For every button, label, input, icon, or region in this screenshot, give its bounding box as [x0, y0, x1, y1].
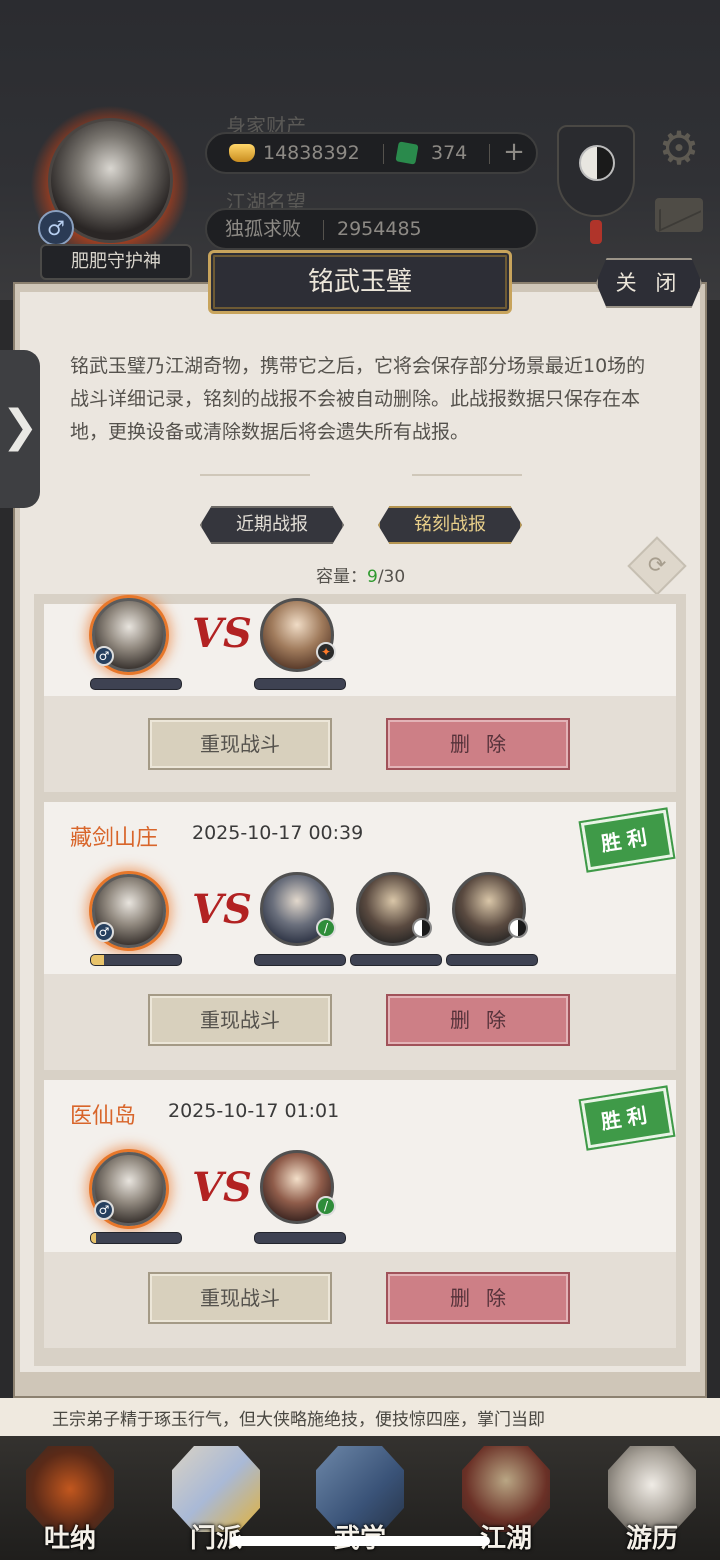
- mail-icon[interactable]: [655, 198, 703, 232]
- refresh-glyph: ⟳: [647, 553, 667, 578]
- tab-engraved-reports[interactable]: 铭刻战报: [378, 506, 522, 544]
- battle-location: 医仙岛: [70, 1104, 137, 1129]
- reputation-panel: 独孤求败 2954485: [205, 208, 538, 250]
- delete-button[interactable]: 删除: [386, 1272, 570, 1324]
- capacity-total: /30: [377, 567, 406, 587]
- delete-button[interactable]: 删除: [386, 718, 570, 770]
- replay-button[interactable]: 重现战斗: [148, 718, 332, 770]
- divider: [489, 144, 490, 164]
- battle-time: 2025-10-17 01:01: [168, 1100, 340, 1122]
- battle-record-list[interactable]: ♂ VS ✦ 重现战斗 删除 藏剑山庄 2025-10-17 00:39 胜利 …: [34, 594, 686, 1366]
- reputation-title: 独孤求败: [225, 218, 302, 240]
- gold-amount: 14838392: [263, 142, 360, 164]
- reputation-value: 2954485: [337, 218, 422, 240]
- vs-icon: VS: [192, 886, 252, 933]
- delete-button[interactable]: 删除: [386, 994, 570, 1046]
- tab-recent-reports[interactable]: 近期战报: [200, 506, 344, 544]
- enemy-hp-bar: [446, 954, 538, 966]
- male-gender-icon: ♂: [94, 646, 114, 666]
- card-actions: 重现战斗 删除: [44, 1252, 676, 1348]
- battle-record-card: ♂ VS ✦ 重现战斗 删除: [44, 598, 676, 792]
- vs-icon: VS: [192, 1164, 252, 1211]
- nav-label: 游历: [625, 1524, 678, 1554]
- player-hp-bar: [90, 954, 182, 966]
- card-actions: 重现战斗 删除: [44, 696, 676, 792]
- nav-travel[interactable]: 游历: [604, 1446, 700, 1554]
- add-currency-button[interactable]: +: [499, 138, 529, 168]
- enemy-hp-bar: [254, 954, 346, 966]
- nav-jianghu[interactable]: 江湖: [458, 1446, 554, 1554]
- battle-time: 2025-10-17 00:39: [192, 822, 364, 844]
- nav-martial-arts[interactable]: 武学: [312, 1446, 408, 1554]
- fire-class-icon: ✦: [316, 642, 336, 662]
- replay-button[interactable]: 重现战斗: [148, 1272, 332, 1324]
- replay-button[interactable]: 重现战斗: [148, 994, 332, 1046]
- capacity-label: 容量：: [316, 567, 367, 587]
- sword-class-icon: /: [316, 918, 336, 938]
- wealth-panel: 14838392 374 +: [205, 132, 538, 174]
- capacity-indicator: 容量：9/30: [316, 562, 405, 587]
- player-hp-bar: [90, 1232, 182, 1244]
- jade-icon: [395, 141, 419, 165]
- divider: [383, 144, 384, 164]
- nav-sect[interactable]: 门派: [168, 1446, 264, 1554]
- enemy-hp-bar: [254, 678, 346, 690]
- sect-emblem-button[interactable]: [557, 125, 635, 217]
- battle-location: 藏剑山庄: [70, 826, 159, 851]
- gold-ingot-icon: [229, 144, 255, 162]
- enemy-hp-bar: [350, 954, 442, 966]
- dialog-description: 铭武玉璧乃江湖奇物，携带它之后，它将会保存部分场景最近10场的战斗详细记录，铭刻…: [70, 355, 646, 443]
- story-ticker: 王宗弟子精于琢玉行气，但大侠略施绝技，便技惊四座，掌门当即: [0, 1398, 720, 1438]
- male-gender-icon: ♂: [38, 210, 74, 246]
- taiji-icon: [579, 145, 615, 181]
- male-gender-icon: ♂: [94, 1200, 114, 1220]
- taiji-class-icon: [412, 918, 432, 938]
- gear-icon[interactable]: ⚙: [655, 124, 703, 172]
- sword-class-icon: /: [316, 1196, 336, 1216]
- ornament-divider-right: [412, 474, 522, 476]
- player-name: 肥肥守护神: [40, 244, 192, 280]
- battle-record-card: 藏剑山庄 2025-10-17 00:39 胜利 ♂ VS / 重现战斗 删除: [44, 802, 676, 1070]
- player-hp-bar: [90, 678, 182, 690]
- capacity-used: 9: [367, 567, 378, 587]
- enemy-hp-bar: [254, 1232, 346, 1244]
- divider: [323, 220, 324, 240]
- vs-icon: VS: [192, 610, 252, 657]
- dialog-title: 铭武玉璧: [208, 250, 512, 314]
- home-indicator[interactable]: [230, 1536, 490, 1546]
- jade-amount: 374: [431, 142, 468, 164]
- side-drawer-handle[interactable]: ❯: [0, 350, 40, 508]
- tassel-decoration: [590, 220, 602, 244]
- battle-record-card: 医仙岛 2025-10-17 01:01 胜利 ♂ VS / 重现战斗 删除: [44, 1080, 676, 1348]
- male-gender-icon: ♂: [94, 922, 114, 942]
- close-button[interactable]: 关 闭: [596, 258, 702, 308]
- ornament-divider-left: [200, 474, 310, 476]
- nav-label: 吐纳: [43, 1524, 96, 1554]
- nav-breathing[interactable]: 吐纳: [22, 1446, 118, 1554]
- taiji-class-icon: [508, 918, 528, 938]
- card-actions: 重现战斗 删除: [44, 974, 676, 1070]
